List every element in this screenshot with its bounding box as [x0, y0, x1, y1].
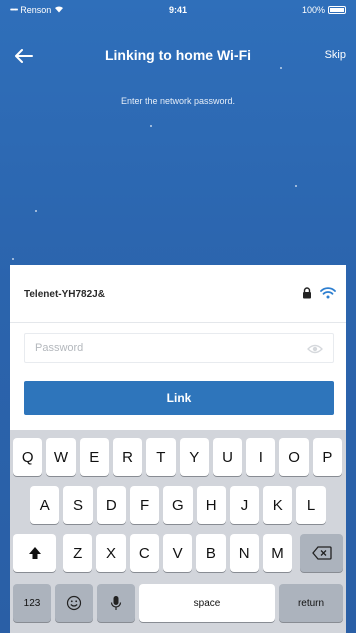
keyboard-row-3: ZXCVBNM — [10, 534, 346, 574]
nav-bar: Linking to home Wi-Fi Skip — [0, 36, 356, 76]
password-input[interactable] — [35, 334, 305, 362]
instruction-text: Enter the network password. — [120, 96, 236, 106]
key-c[interactable]: C — [129, 534, 159, 572]
network-icons — [302, 286, 336, 304]
keyboard-row-4: 123 space return — [10, 584, 346, 624]
keyboard-row-2: ASDFGHJKL — [10, 486, 346, 526]
key-s[interactable]: S — [63, 486, 93, 524]
key-i[interactable]: I — [246, 438, 276, 476]
link-button[interactable]: Link — [24, 381, 334, 415]
key-t[interactable]: T — [146, 438, 176, 476]
key-d[interactable]: D — [96, 486, 126, 524]
status-right: 100% — [302, 5, 346, 15]
shift-arrow-icon — [28, 547, 41, 559]
key-k[interactable]: K — [263, 486, 293, 524]
key-w[interactable]: W — [46, 438, 76, 476]
key-a[interactable]: A — [30, 486, 60, 524]
backspace-icon — [311, 546, 332, 560]
dictation-key[interactable] — [97, 584, 135, 622]
app-screen: ••••• Renson 9:41 100% Linking to home W… — [0, 0, 356, 633]
key-n[interactable]: N — [229, 534, 259, 572]
decorative-dot — [295, 185, 297, 187]
microphone-icon — [110, 596, 122, 610]
backspace-key[interactable] — [300, 534, 343, 572]
battery-icon — [328, 6, 346, 14]
key-h[interactable]: H — [196, 486, 226, 524]
numbers-key[interactable]: 123 — [13, 584, 51, 622]
network-row: Telenet-YH782J& — [10, 265, 346, 323]
page-title: Linking to home Wi-Fi — [104, 47, 252, 63]
decorative-dot — [12, 258, 14, 260]
return-key[interactable]: return — [279, 584, 343, 622]
show-password-icon[interactable] — [307, 342, 323, 360]
key-f[interactable]: F — [129, 486, 160, 524]
emoji-icon — [66, 595, 82, 611]
space-key[interactable]: space — [139, 584, 275, 622]
key-r[interactable]: R — [112, 438, 143, 476]
key-l[interactable]: L — [296, 486, 326, 524]
key-m[interactable]: M — [262, 534, 293, 572]
key-y[interactable]: Y — [179, 438, 209, 476]
battery-percent: 100% — [301, 5, 325, 15]
key-z[interactable]: Z — [63, 534, 93, 572]
key-p[interactable]: P — [312, 438, 343, 476]
key-b[interactable]: B — [196, 534, 226, 572]
lock-icon — [302, 286, 312, 304]
shift-key[interactable] — [13, 534, 56, 572]
decorative-dot — [150, 125, 152, 127]
wifi-password-card: Telenet-YH782J& Link — [10, 265, 346, 430]
key-u[interactable]: U — [212, 438, 243, 476]
decorative-dot — [35, 210, 37, 212]
password-field — [24, 333, 334, 363]
key-j[interactable]: J — [229, 486, 260, 524]
key-x[interactable]: X — [96, 534, 126, 572]
keyboard-row-1: QWERTYUIOP — [10, 438, 346, 478]
onscreen-keyboard: QWERTYUIOP ASDFGHJKL ZXCVBNM 123 space r… — [10, 430, 346, 633]
emoji-key[interactable] — [55, 584, 93, 622]
key-v[interactable]: V — [162, 534, 193, 572]
wifi-icon — [320, 286, 336, 304]
key-e[interactable]: E — [79, 438, 109, 476]
network-name: Telenet-YH782J& — [24, 289, 105, 300]
key-o[interactable]: O — [279, 438, 309, 476]
skip-button[interactable]: Skip — [325, 49, 346, 61]
status-bar: ••••• Renson 9:41 100% — [0, 0, 356, 20]
key-g[interactable]: G — [163, 486, 193, 524]
key-q[interactable]: Q — [13, 438, 43, 476]
